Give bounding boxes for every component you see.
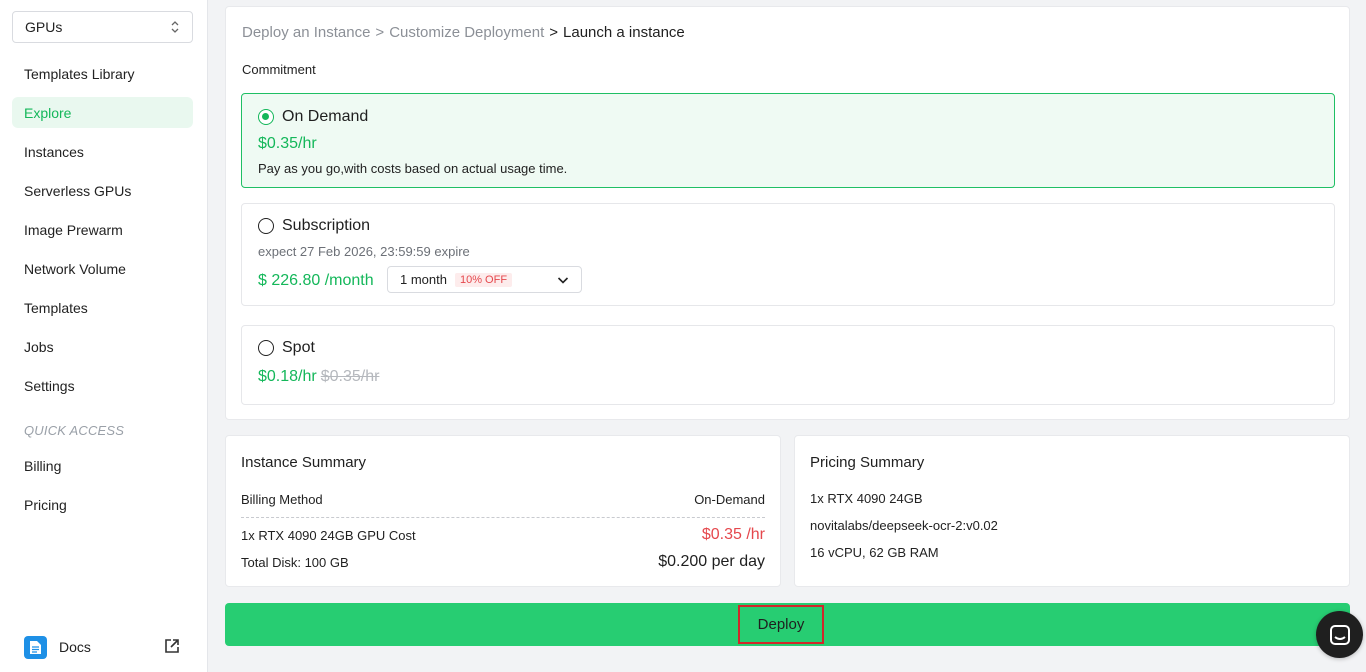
- breadcrumb-step-launch: Launch a instance: [563, 24, 685, 41]
- pricing-summary-title: Pricing Summary: [810, 454, 925, 471]
- sidebar-item-instances[interactable]: Instances: [12, 136, 193, 167]
- subscription-expire-text: expect 27 Feb 2026, 23:59:59 expire: [258, 244, 470, 259]
- period-select-value: 1 month: [400, 272, 447, 287]
- chevron-updown-icon: [171, 21, 179, 33]
- pricing-resources: 16 vCPU, 62 GB RAM: [810, 545, 939, 560]
- subscription-price: $ 226.80 /month: [258, 272, 374, 289]
- spot-original-price: $0.35/hr: [320, 368, 380, 385]
- breadcrumb-separator: >: [549, 24, 559, 41]
- sidebar-item-templates-library[interactable]: Templates Library: [12, 58, 193, 89]
- pricing-gpu: 1x RTX 4090 24GB: [810, 491, 923, 506]
- radio-subscription[interactable]: [258, 218, 274, 234]
- option-title: Spot: [282, 339, 315, 356]
- on-demand-price: $0.35/hr: [258, 135, 317, 152]
- sidebar-item-pricing[interactable]: Pricing: [12, 489, 193, 520]
- sidebar-item-image-prewarm[interactable]: Image Prewarm: [12, 214, 193, 245]
- sidebar-item-label: Network Volume: [24, 260, 126, 277]
- docs-link[interactable]: Docs: [24, 635, 184, 659]
- pricing-summary-card: Pricing Summary 1x RTX 4090 24GB novital…: [794, 435, 1350, 587]
- external-link-icon[interactable]: [164, 638, 180, 654]
- chat-support-button[interactable]: [1316, 611, 1363, 658]
- gpu-cost-value: $0.35 /hr: [701, 526, 765, 543]
- spot-price: $0.18/hr: [258, 368, 317, 385]
- deploy-button[interactable]: Deploy: [738, 605, 824, 644]
- discount-badge: 10% OFF: [454, 272, 513, 287]
- sidebar-item-settings[interactable]: Settings: [12, 370, 193, 401]
- pricing-image: novitalabs/deepseek-ocr-2:v0.02: [810, 518, 998, 533]
- option-subscription[interactable]: Subscription expect 27 Feb 2026, 23:59:5…: [241, 203, 1335, 306]
- sidebar-item-label: Settings: [24, 377, 75, 394]
- billing-method-row: Billing Method On-Demand: [241, 492, 765, 507]
- gpu-type-select[interactable]: GPUs: [12, 11, 193, 43]
- sidebar-item-billing[interactable]: Billing: [12, 450, 193, 481]
- breadcrumb: Deploy an Instance > Customize Deployment >…: [242, 24, 685, 41]
- sidebar-item-label: Templates: [24, 299, 88, 316]
- per-day-cost: $0.200 per day: [658, 553, 765, 570]
- docs-label: Docs: [59, 639, 91, 655]
- sidebar: GPUs Templates Library Explore Instances…: [0, 0, 208, 672]
- spot-price-row: $0.18/hr $0.35/hr: [258, 368, 379, 386]
- sidebar-item-jobs[interactable]: Jobs: [12, 331, 193, 362]
- quick-access-heading: QUICK ACCESS: [24, 423, 125, 438]
- gpu-cost-label: 1x RTX 4090 24GB GPU Cost: [241, 527, 416, 543]
- launch-instance-card: Deploy an Instance > Customize Deployment >…: [225, 6, 1350, 420]
- option-spot[interactable]: Spot $0.18/hr $0.35/hr: [241, 325, 1335, 405]
- sidebar-item-label: Instances: [24, 143, 84, 160]
- instance-summary-title: Instance Summary: [241, 454, 367, 471]
- breadcrumb-step-customize[interactable]: Customize Deployment: [389, 24, 544, 41]
- on-demand-description: Pay as you go,with costs based on actual…: [258, 161, 568, 176]
- breadcrumb-separator: >: [375, 24, 385, 41]
- gpu-type-select-value: GPUs: [25, 19, 63, 35]
- breadcrumb-step-deploy[interactable]: Deploy an Instance: [242, 24, 370, 41]
- radio-on-demand[interactable]: [258, 109, 274, 125]
- chat-icon: [1329, 624, 1350, 645]
- sidebar-item-network-volume[interactable]: Network Volume: [12, 253, 193, 284]
- radio-spot[interactable]: [258, 340, 274, 356]
- billing-method-value: On-Demand: [694, 492, 765, 507]
- summary-divider: [241, 517, 765, 518]
- option-title: On Demand: [282, 108, 369, 125]
- deploy-bar[interactable]: Deploy: [225, 603, 1350, 646]
- sidebar-item-label: Jobs: [24, 338, 54, 355]
- instance-summary-card: Instance Summary Billing Method On-Deman…: [225, 435, 781, 587]
- sidebar-item-explore[interactable]: Explore: [12, 97, 193, 128]
- sidebar-item-label: Image Prewarm: [24, 221, 123, 238]
- gpu-cost-row: 1x RTX 4090 24GB GPU Cost $0.35 /hr: [241, 526, 765, 544]
- document-icon: [24, 635, 47, 659]
- commitment-label: Commitment: [242, 62, 316, 77]
- sidebar-item-templates[interactable]: Templates: [12, 292, 193, 323]
- sidebar-item-label: Explore: [24, 104, 72, 121]
- sidebar-item-label: Templates Library: [24, 65, 135, 82]
- total-disk-row: Total Disk: 100 GB $0.200 per day: [241, 553, 765, 571]
- sidebar-item-label: Billing: [24, 457, 62, 474]
- subscription-period-select[interactable]: 1 month 10% OFF: [387, 266, 582, 293]
- billing-method-label: Billing Method: [241, 492, 323, 507]
- total-disk-label: Total Disk: 100 GB: [241, 554, 349, 570]
- sidebar-item-label: Pricing: [24, 496, 67, 513]
- sidebar-item-serverless-gpus[interactable]: Serverless GPUs: [12, 175, 193, 206]
- sidebar-item-label: Serverless GPUs: [24, 182, 132, 199]
- chevron-down-icon: [557, 277, 569, 284]
- option-title: Subscription: [282, 217, 371, 234]
- option-on-demand[interactable]: On Demand $0.35/hr Pay as you go,with co…: [241, 93, 1335, 188]
